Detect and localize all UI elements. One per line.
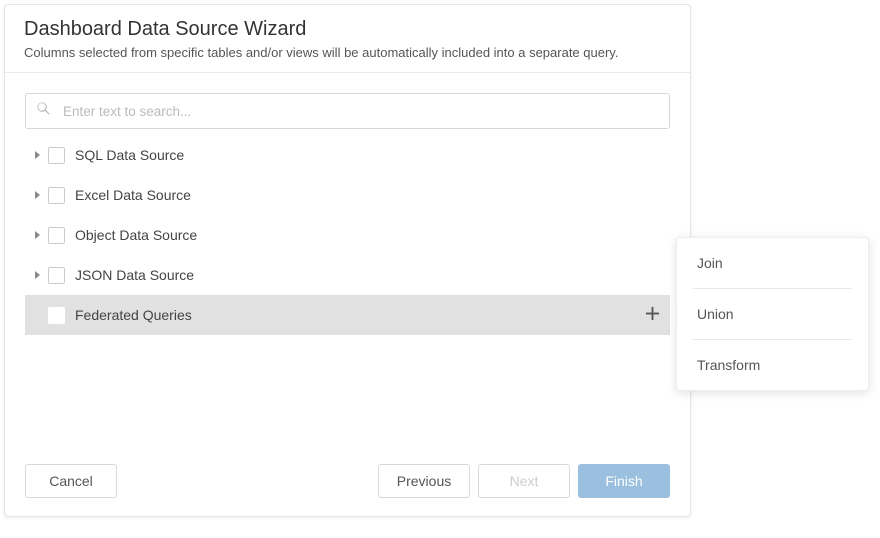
- plus-icon: [646, 307, 659, 323]
- popup-pointer-icon: [676, 308, 677, 322]
- wizard-body: SQL Data Source Excel Data Source Object…: [5, 73, 690, 450]
- tree-item-federated[interactable]: Federated Queries: [25, 295, 670, 335]
- tree-item-label: Object Data Source: [75, 227, 670, 243]
- wizard-header: Dashboard Data Source Wizard Columns sel…: [5, 5, 690, 73]
- expand-caret-icon[interactable]: [35, 231, 40, 239]
- expand-caret-icon[interactable]: [35, 271, 40, 279]
- add-query-button[interactable]: [642, 305, 662, 325]
- wizard-dialog: Dashboard Data Source Wizard Columns sel…: [4, 4, 691, 517]
- checkbox[interactable]: [48, 307, 65, 324]
- popup-item-join[interactable]: Join: [677, 238, 868, 288]
- tree-item-label: Federated Queries: [75, 307, 642, 323]
- tree-item-label: SQL Data Source: [75, 147, 670, 163]
- finish-button[interactable]: Finish: [578, 464, 670, 498]
- tree-item-sql[interactable]: SQL Data Source: [25, 135, 670, 175]
- tree-item-object[interactable]: Object Data Source: [25, 215, 670, 255]
- expand-caret-icon[interactable]: [35, 191, 40, 199]
- popup-item-union[interactable]: Union: [677, 289, 868, 339]
- search-box[interactable]: [25, 93, 670, 129]
- query-type-popup: Join Union Transform: [676, 237, 869, 391]
- cancel-button[interactable]: Cancel: [25, 464, 117, 498]
- checkbox[interactable]: [48, 227, 65, 244]
- tree-item-json[interactable]: JSON Data Source: [25, 255, 670, 295]
- wizard-footer: Cancel Previous Next Finish: [5, 450, 690, 516]
- checkbox[interactable]: [48, 267, 65, 284]
- search-icon: [36, 101, 61, 121]
- popup-item-transform[interactable]: Transform: [677, 340, 868, 390]
- data-source-tree: SQL Data Source Excel Data Source Object…: [25, 135, 670, 335]
- next-button: Next: [478, 464, 570, 498]
- checkbox[interactable]: [48, 187, 65, 204]
- wizard-subtitle: Columns selected from specific tables an…: [24, 45, 671, 60]
- tree-item-label: Excel Data Source: [75, 187, 670, 203]
- previous-button[interactable]: Previous: [378, 464, 470, 498]
- tree-item-excel[interactable]: Excel Data Source: [25, 175, 670, 215]
- search-input[interactable]: [61, 103, 659, 120]
- wizard-title: Dashboard Data Source Wizard: [24, 18, 671, 41]
- expand-caret-icon[interactable]: [35, 151, 40, 159]
- checkbox[interactable]: [48, 147, 65, 164]
- tree-item-label: JSON Data Source: [75, 267, 670, 283]
